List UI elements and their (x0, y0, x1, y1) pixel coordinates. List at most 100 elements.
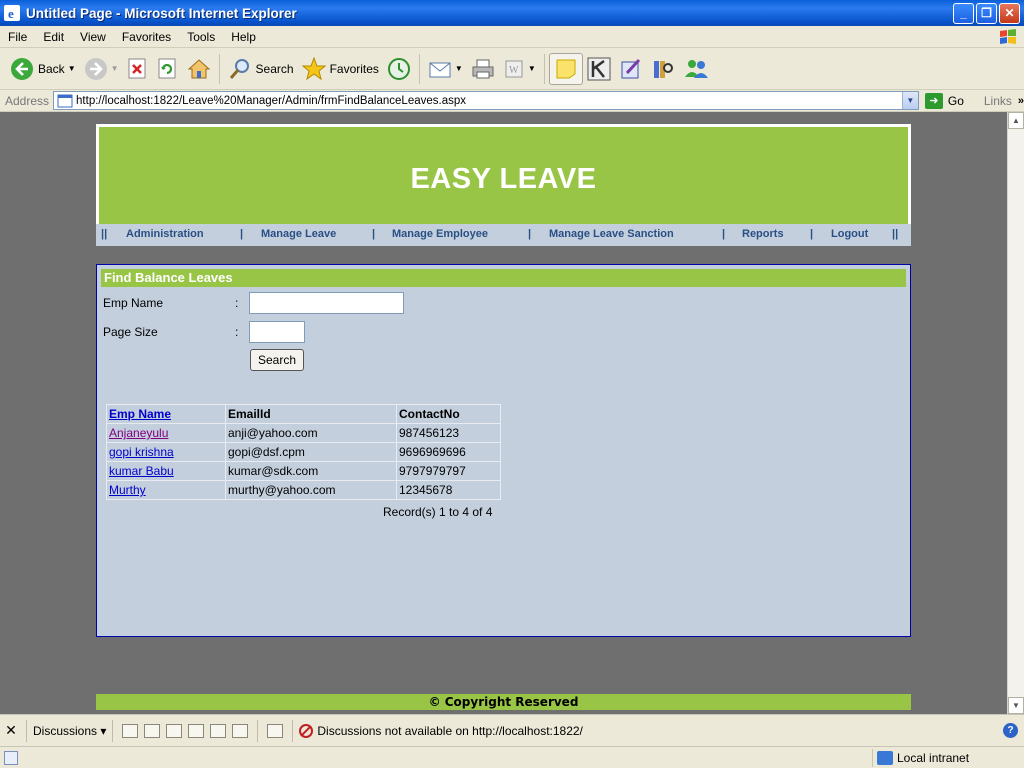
nav-reports[interactable]: Reports (742, 228, 784, 240)
research-books-icon (653, 60, 673, 78)
back-label: Back (38, 61, 65, 76)
new-discussion-icon[interactable] (122, 723, 139, 738)
minimize-button[interactable]: _ (953, 2, 974, 24)
sort-emp-name-link[interactable]: Emp Name (109, 407, 171, 421)
scroll-down-icon[interactable]: ▼ (1008, 697, 1024, 714)
chevron-down-icon[interactable]: ▼ (528, 64, 536, 73)
nav-manage-leave[interactable]: Manage Leave (261, 228, 336, 240)
nav-separator: | (528, 228, 532, 240)
emp-name-link[interactable]: kumar Babu (109, 464, 174, 478)
close-icon: ✕ (1004, 6, 1015, 20)
collapse-discussions-icon[interactable] (188, 723, 205, 738)
search-label: Search (255, 61, 294, 76)
chevron-down-icon[interactable]: ▼ (901, 92, 918, 109)
col-emp-name[interactable]: Emp Name (106, 404, 226, 424)
toolbar: Back ▼ ▼ Search Favorites ▼ W ▼ (0, 48, 1024, 90)
security-zone: Local intranet (872, 748, 1024, 767)
search-submit-button[interactable]: Search (250, 349, 304, 371)
print-button[interactable] (467, 53, 499, 85)
forward-button[interactable]: ▼ (80, 53, 123, 85)
chevron-down-icon[interactable]: ▼ (68, 64, 76, 73)
emp-name-cell: Anjaneyulu (106, 423, 226, 443)
refresh-button[interactable] (153, 53, 183, 85)
menu-favorites[interactable]: Favorites (114, 30, 179, 44)
emp-name-link[interactable]: Murthy (109, 483, 146, 497)
discussions-menu[interactable]: Discussions ▾ (33, 724, 106, 738)
menu-edit[interactable]: Edit (35, 30, 72, 44)
search-button[interactable]: Search (224, 53, 298, 85)
stop-button[interactable] (123, 53, 153, 85)
previous-discussion-icon[interactable] (210, 723, 227, 738)
mail-icon (429, 62, 451, 77)
search-icon (229, 58, 249, 79)
expand-discussions-icon[interactable] (166, 723, 183, 738)
email-cell: gopi@dsf.cpm (225, 442, 397, 462)
vertical-scrollbar[interactable]: ▲ ▼ (1007, 112, 1024, 714)
colon: : (235, 325, 239, 339)
history-button[interactable] (383, 53, 415, 85)
help-icon[interactable]: ? (1003, 723, 1018, 738)
links-chevron-icon[interactable]: » (1018, 95, 1024, 107)
contact-cell: 9696969696 (396, 442, 501, 462)
page-status-icon (4, 750, 18, 765)
toolbar-separator (543, 53, 545, 84)
go-arrow-icon: ➜ (924, 92, 943, 109)
emp-name-link[interactable]: Anjaneyulu (109, 426, 168, 440)
research-button[interactable] (647, 53, 679, 85)
site-header: EASY LEAVE (96, 124, 911, 234)
close-button[interactable]: ✕ (999, 2, 1020, 24)
separator (112, 719, 114, 742)
url-text[interactable]: http://localhost:1822/Leave%20Manager/Ad… (76, 95, 902, 107)
nav-manage-employee[interactable]: Manage Employee (392, 228, 488, 240)
messenger-button[interactable] (679, 53, 713, 85)
page-size-input[interactable] (249, 321, 305, 343)
close-discussions-icon[interactable]: ✕ (2, 722, 20, 739)
favorites-button[interactable]: Favorites (298, 53, 383, 85)
email-cell: murthy@yahoo.com (225, 480, 397, 500)
insert-discussion-icon[interactable] (144, 723, 161, 738)
nav-separator: | (722, 228, 726, 240)
menu-tools[interactable]: Tools (179, 30, 223, 44)
page-viewport: EASY LEAVE || Administration | Manage Le… (0, 112, 1007, 714)
nav-manage-leave-sanction[interactable]: Manage Leave Sanction (549, 228, 674, 240)
k-button[interactable] (583, 53, 615, 85)
email-cell: anji@yahoo.com (225, 423, 397, 443)
records-summary: Record(s) 1 to 4 of 4 (383, 505, 493, 519)
emp-name-link[interactable]: gopi krishna (109, 445, 174, 459)
address-input[interactable]: http://localhost:1822/Leave%20Manager/Ad… (53, 91, 919, 110)
mail-button[interactable]: ▼ (424, 53, 467, 85)
show-discussions-pane-icon[interactable] (267, 723, 284, 738)
go-button[interactable]: ➜ Go (924, 92, 964, 109)
back-button[interactable]: Back ▼ (6, 53, 80, 85)
address-label: Address (5, 93, 50, 108)
grid-header-row: Emp Name EmailId ContactNo (106, 404, 501, 424)
links-toolbar[interactable]: Links (984, 94, 1012, 108)
next-discussion-icon[interactable] (232, 723, 249, 738)
chevron-down-icon[interactable]: ▼ (455, 64, 463, 73)
messenger-edit-button[interactable] (615, 53, 647, 85)
page-size-label: Page Size (103, 325, 158, 339)
separator (26, 719, 27, 742)
discussions-bar: ✕ Discussions ▾ Discussions not availabl… (0, 714, 1024, 746)
menu-file[interactable]: File (0, 30, 35, 44)
home-button[interactable] (183, 53, 215, 85)
scroll-up-icon[interactable]: ▲ (1008, 112, 1024, 129)
separator (257, 719, 259, 742)
colon: : (235, 296, 239, 310)
maximize-button[interactable]: ❐ (976, 2, 997, 24)
menu-help[interactable]: Help (223, 30, 264, 44)
contact-cell: 12345678 (396, 480, 501, 500)
nav-administration[interactable]: Administration (126, 228, 204, 240)
emp-name-cell: Murthy (106, 480, 226, 500)
printer-icon (472, 59, 494, 78)
emp-name-input[interactable] (249, 292, 404, 314)
header-banner: EASY LEAVE (99, 127, 908, 231)
menu-view[interactable]: View (72, 30, 114, 44)
address-bar: Address http://localhost:1822/Leave%20Ma… (0, 90, 1024, 112)
edit-button[interactable]: W ▼ (499, 53, 540, 85)
emp-name-cell: gopi krishna (106, 442, 226, 462)
table-row: gopi krishna gopi@dsf.cpm 9696969696 (106, 442, 501, 462)
chevron-down-icon[interactable]: ▼ (111, 64, 119, 73)
notes-button[interactable] (548, 52, 583, 85)
nav-logout[interactable]: Logout (831, 228, 868, 240)
